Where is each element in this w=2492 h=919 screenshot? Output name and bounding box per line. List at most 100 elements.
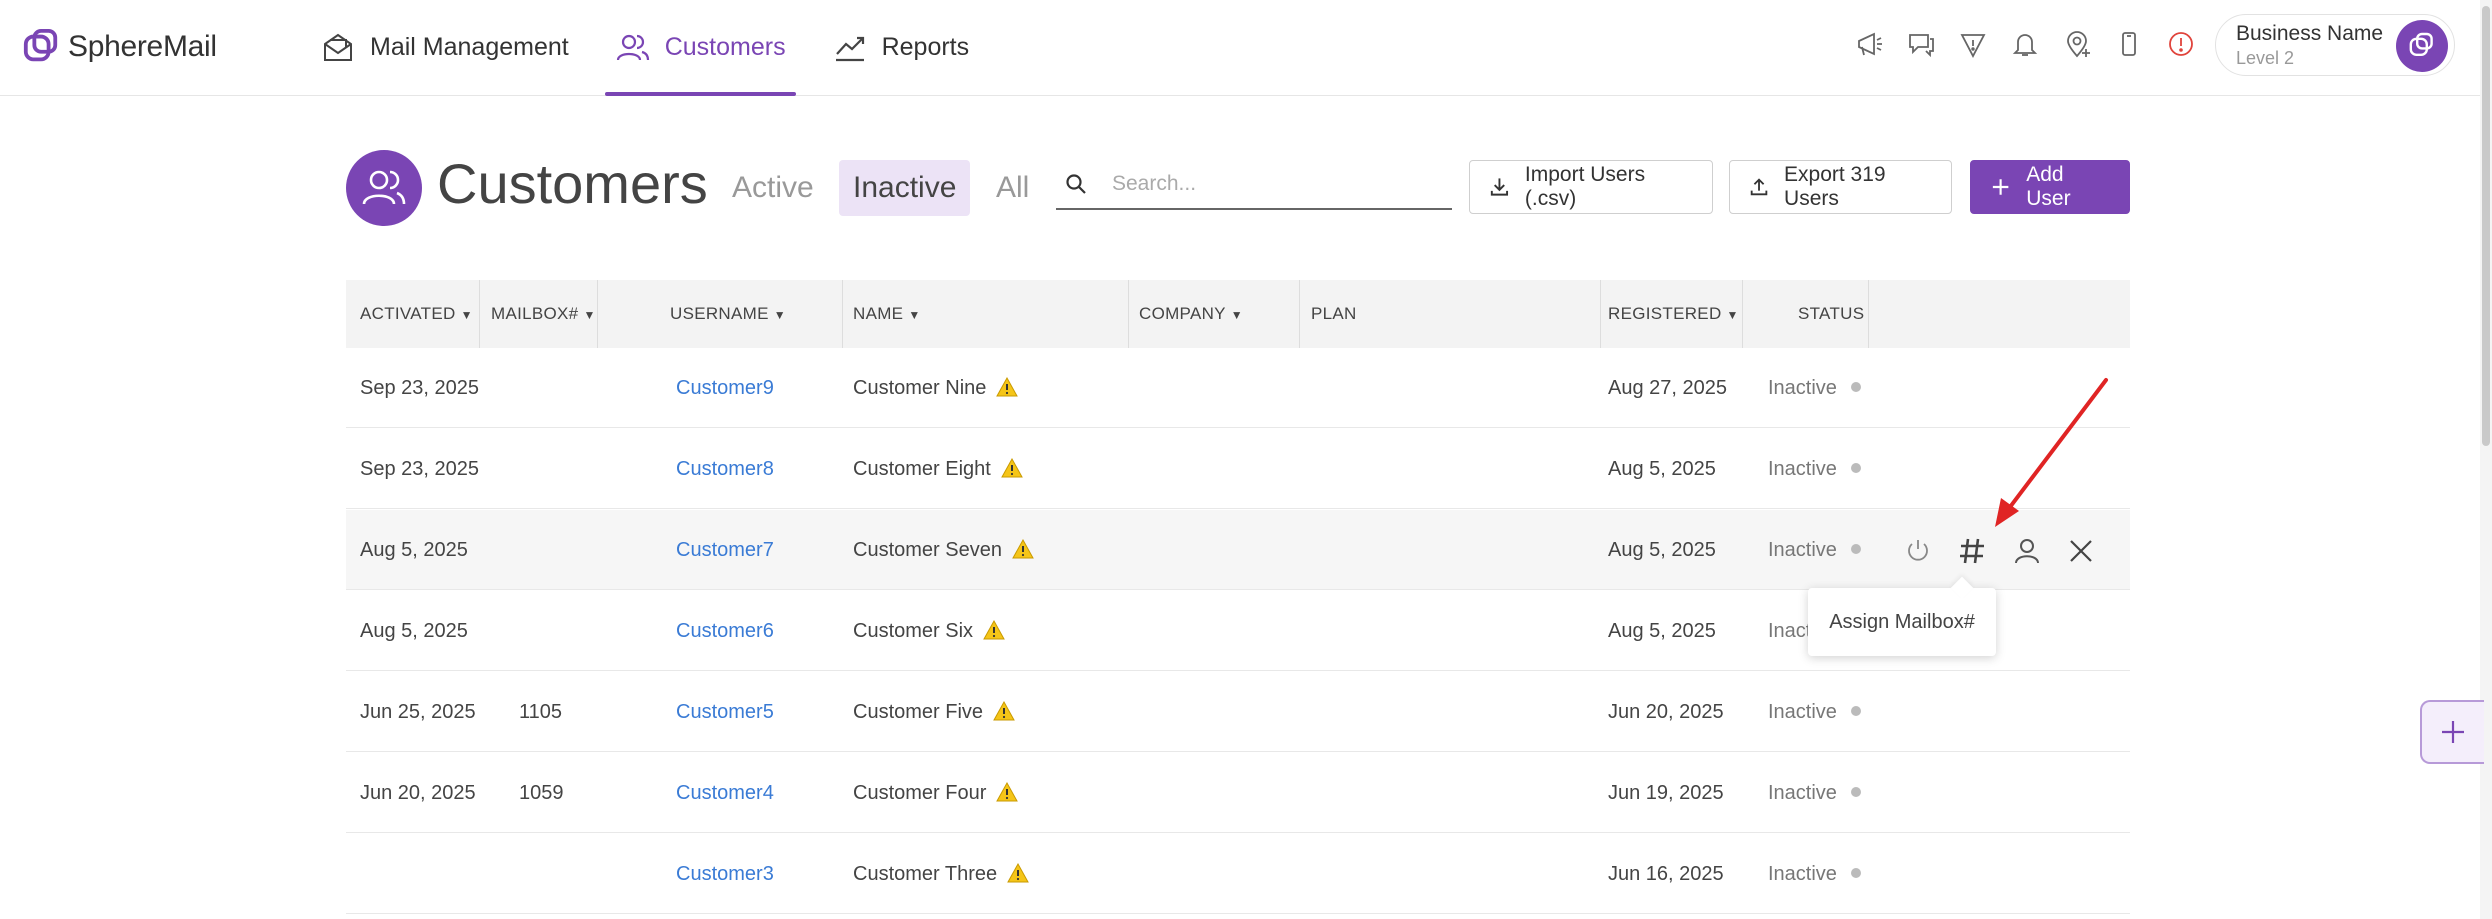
cell-username-link[interactable]: Customer5 [676, 672, 774, 752]
scrollbar-thumb[interactable] [2482, 6, 2490, 446]
cell-username-link[interactable]: Customer4 [676, 753, 774, 833]
cell-activated: Sep 23, 2025 [360, 458, 479, 480]
column-header-activated[interactable]: ACTIVATED ▼ [360, 280, 473, 348]
nav-customers[interactable]: Customers [604, 0, 796, 96]
user-icon [2015, 539, 2039, 564]
cell-status: Inactive [1768, 510, 1861, 590]
warning-icon [993, 700, 1015, 721]
cell-name: Customer Four [853, 753, 1019, 833]
chat-icon[interactable] [1904, 27, 1938, 61]
search-box [1056, 160, 1452, 210]
device-icon[interactable] [2112, 27, 2146, 61]
warning-icon [996, 376, 1019, 397]
column-header-username[interactable]: USERNAME ▼ [670, 280, 786, 348]
customer-name: Customer Eight [853, 458, 991, 480]
warning-icon [983, 619, 1005, 640]
nav-label: Mail Management [370, 33, 569, 61]
status-dot [1850, 544, 1861, 555]
plus-icon [1992, 179, 2009, 195]
tooltip-text: Assign Mailbox# [1829, 610, 1975, 633]
export-users-button[interactable]: Export 319 Users [1729, 160, 1952, 214]
search-input[interactable] [1110, 171, 1434, 197]
export-users-label: Export 319 Users [1784, 163, 1886, 210]
cell-registered: Aug 5, 2025 [1608, 458, 1716, 480]
column-divider [1299, 280, 1300, 348]
filter-tab-all[interactable]: All [982, 160, 1043, 216]
table-row[interactable]: Jun 25, 2025 1105 Customer5 Customer Five Ju… [346, 672, 2130, 752]
add-user-button[interactable]: Add User [1970, 160, 2130, 214]
table-row[interactable]: Customer3 Customer Three Jun 16, 2025 Inact… [346, 834, 2130, 914]
cell-username-link[interactable]: Customer3 [676, 834, 774, 914]
status-dot [1850, 787, 1861, 798]
megaphone-icon[interactable] [1852, 27, 1886, 61]
cell-username-link[interactable]: Customer6 [676, 591, 774, 671]
cell-activated: Aug 5, 2025 [360, 620, 468, 642]
cell-status: Inactive [1768, 672, 1861, 752]
table-row[interactable]: Sep 23, 2025 Customer8 Customer Eight Aug 5… [346, 429, 2130, 509]
cell-status: Inact [1768, 591, 1811, 671]
column-divider [597, 280, 598, 348]
import-users-button[interactable]: Import Users (.csv) [1469, 160, 1713, 214]
utility-icons [1852, 22, 2198, 66]
cell-username-link[interactable]: Customer7 [676, 510, 774, 590]
impersonate-user-button[interactable] [2006, 530, 2048, 572]
table-row[interactable]: Jun 20, 2025 1059 Customer4 Customer Four Ju… [346, 753, 2130, 833]
customer-name: Customer Three [853, 863, 998, 885]
nav-mail-management[interactable]: Mail Management [310, 0, 579, 95]
column-header-status: STATUS [1798, 304, 1865, 323]
column-header-registered[interactable]: REGISTERED ▼ [1608, 280, 1739, 348]
customer-name: Customer Six [853, 620, 974, 642]
customer-name: Customer Seven [853, 539, 1002, 561]
business-account-menu[interactable]: Business Name Level 2 [2215, 14, 2455, 76]
assign-mailbox-button[interactable] [1951, 530, 1993, 572]
cell-status: Inactive [1768, 834, 1861, 914]
cell-activated: Jun 20, 2025 [360, 782, 476, 804]
delete-user-button[interactable] [2060, 530, 2102, 572]
status-text: Inactive [1768, 863, 1837, 885]
shield-icon[interactable] [1956, 27, 1990, 61]
nav-reports[interactable]: Reports [822, 0, 980, 95]
assign-mailbox-tooltip: Assign Mailbox# [1808, 588, 1996, 656]
bell-icon[interactable] [2008, 27, 2042, 61]
column-header-name[interactable]: NAME ▼ [853, 280, 921, 348]
chart-line-icon [835, 36, 864, 61]
warning-icon [1012, 538, 1034, 559]
column-divider [842, 280, 843, 348]
table-row[interactable]: Aug 5, 2025 Customer7 Customer Seven Aug 5,… [346, 510, 2130, 590]
cell-registered: Jun 20, 2025 [1608, 701, 1724, 723]
hash-icon [1960, 538, 1984, 564]
cell-name: Customer Seven [853, 510, 1034, 590]
column-divider [1742, 280, 1743, 348]
cell-username-link[interactable]: Customer8 [676, 429, 774, 509]
column-divider [479, 280, 480, 348]
column-header-mailbox[interactable]: MAILBOX# ▼ [491, 280, 596, 348]
upload-icon [1750, 178, 1768, 196]
cell-username-link[interactable]: Customer9 [676, 348, 774, 428]
floating-add-button[interactable] [2420, 700, 2484, 764]
deactivate-power-button[interactable] [1897, 530, 1939, 572]
column-header-plan: PLAN [1311, 304, 1357, 323]
customer-name: Customer Four [853, 782, 987, 804]
column-divider [1128, 280, 1129, 348]
location-plus-icon[interactable] [2060, 27, 2094, 61]
add-user-label: Add User [2026, 163, 2071, 210]
power-icon [1908, 540, 1928, 561]
spheremail-logo-icon [2409, 32, 2433, 56]
cell-status: Inactive [1768, 753, 1861, 833]
plus-icon [2442, 721, 2464, 743]
filter-tab-active[interactable]: Active [718, 160, 828, 216]
table-header: ACTIVATED ▼ MAILBOX# ▼ USERNAME ▼ NAME ▼ COM… [346, 280, 2130, 348]
cell-activated: Sep 23, 2025 [360, 377, 479, 399]
column-header-company[interactable]: COMPANY ▼ [1139, 280, 1243, 348]
table-row[interactable]: Sep 23, 2025 Customer9 Customer Nine Aug 27… [346, 348, 2130, 428]
nav-label: Customers [664, 33, 786, 61]
cell-name: Customer Eight [853, 429, 1023, 509]
filter-tab-inactive[interactable]: Inactive [839, 160, 971, 216]
business-level: Level 2 [2236, 48, 2295, 68]
logo[interactable]: SphereMail [22, 22, 217, 72]
status-text: Inact [1768, 620, 1812, 642]
alert-icon[interactable] [2164, 27, 2198, 61]
status-dot [1850, 706, 1861, 717]
cell-mailbox: 1105 [519, 701, 563, 723]
status-text: Inactive [1768, 377, 1837, 399]
